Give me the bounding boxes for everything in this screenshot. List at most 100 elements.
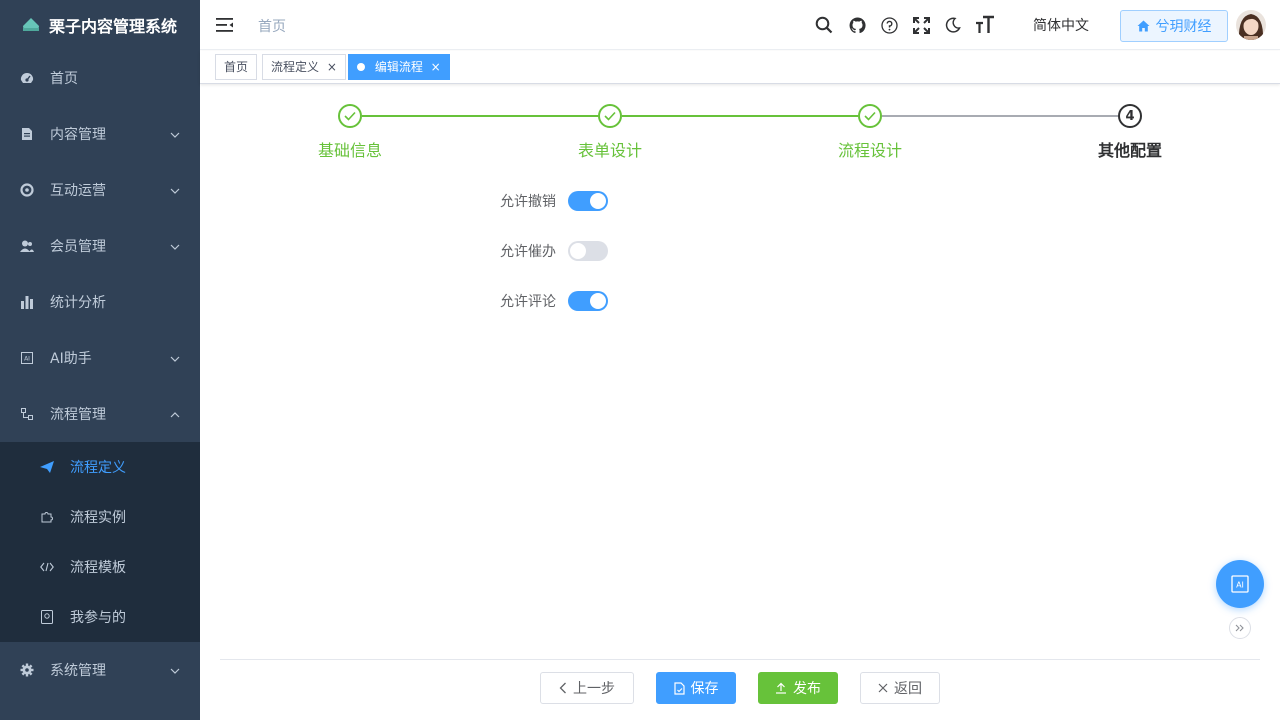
sidebar-item-home[interactable]: 首页 [0, 50, 200, 106]
users-icon [20, 239, 34, 253]
breadcrumb[interactable]: 首页 [258, 16, 286, 36]
svg-text:AI: AI [24, 356, 30, 363]
switch-knob [590, 293, 606, 309]
sidebar-item-my-participation[interactable]: 我参与的 [0, 592, 200, 642]
step-title: 其他配置 [1097, 141, 1162, 160]
sidebar-item-flow[interactable]: 流程管理 [0, 386, 200, 442]
step-connector [882, 115, 1118, 117]
svg-text:AI: AI [1236, 581, 1244, 590]
tag-label: 流程定义 [271, 60, 320, 74]
github-icon[interactable] [847, 15, 867, 35]
sidebar-item-label: 流程模板 [70, 560, 126, 576]
bar-chart-icon [20, 295, 34, 309]
sidebar-item-label: 流程管理 [50, 407, 106, 423]
switch-knob [570, 243, 586, 259]
lifebuoy-icon [20, 183, 34, 197]
sidebar-item-flow-definition[interactable]: 流程定义 [0, 442, 200, 492]
sidebar-item-label: 我参与的 [70, 610, 126, 626]
close-icon[interactable]: × [327, 55, 337, 79]
sidebar-item-label: 流程实例 [70, 510, 126, 526]
logo-icon [23, 18, 39, 31]
step-connector [622, 115, 858, 117]
form-label: 允许撤销 [500, 194, 556, 210]
sidebar-item-interaction[interactable]: 互动运营 [0, 162, 200, 218]
chevron-down-icon [170, 350, 180, 366]
chevron-down-icon [170, 238, 180, 254]
save-button[interactable]: 保存 [656, 672, 736, 704]
allow-revoke-switch[interactable] [568, 191, 608, 211]
tag-home[interactable]: 首页 [215, 54, 258, 80]
allow-urge-switch[interactable] [568, 241, 608, 261]
tag-edit-flow[interactable]: 编辑流程 × [348, 54, 450, 80]
sidebar-item-flow-instance[interactable]: 流程实例 [0, 492, 200, 542]
sidebar-item-statistics[interactable]: 统计分析 [0, 274, 200, 330]
upload-icon [776, 682, 786, 694]
navbar: 首页 简体中文 兮玥财经 [200, 0, 1280, 50]
sidebar-item-label: 会员管理 [50, 239, 106, 255]
step-4-number: 4 [1118, 104, 1142, 128]
document-icon [20, 127, 34, 141]
form-row-allow-revoke: 允许撤销 [480, 189, 608, 213]
button-label: 保存 [690, 681, 719, 697]
sidebar-item-label: 互动运营 [50, 183, 106, 199]
document-icon [673, 681, 685, 695]
step-title: 流程设计 [837, 141, 902, 160]
allow-comment-switch[interactable] [568, 291, 608, 311]
back-button[interactable]: 返回 [860, 672, 940, 704]
double-chevron-right-icon [1235, 624, 1244, 632]
form-label: 允许催办 [500, 244, 556, 260]
chevron-up-icon [170, 406, 180, 422]
active-dot [357, 63, 365, 71]
app-title: 栗子内容管理系统 [49, 17, 178, 36]
dashboard-icon [20, 71, 34, 85]
prev-step-button[interactable]: 上一步 [540, 672, 634, 704]
tenant-button[interactable]: 兮玥财经 [1120, 10, 1228, 42]
language-select[interactable]: 简体中文 [1033, 15, 1089, 35]
tags-view: 首页 流程定义 × 编辑流程 × [200, 51, 1280, 84]
tag-flow-definition[interactable]: 流程定义 × [262, 54, 346, 80]
help-icon[interactable] [879, 15, 899, 35]
send-icon [40, 460, 54, 474]
sidebar-item-label: 流程定义 [70, 460, 126, 476]
fullscreen-icon[interactable] [911, 15, 931, 35]
moon-icon[interactable] [943, 15, 963, 35]
sidebar-item-content[interactable]: 内容管理 [0, 106, 200, 162]
ai-icon: AI [1231, 575, 1249, 593]
step-title: 表单设计 [577, 141, 642, 160]
switch-knob [590, 193, 606, 209]
step-3-check-icon [858, 104, 882, 128]
app-logo[interactable]: 栗子内容管理系统 [0, 0, 200, 50]
chevron-down-icon [170, 126, 180, 142]
puzzle-icon [40, 510, 54, 524]
sidebar-item-members[interactable]: 会员管理 [0, 218, 200, 274]
flow-icon [20, 407, 34, 421]
expand-button[interactable] [1229, 617, 1251, 639]
button-label: 返回 [894, 681, 922, 697]
publish-button[interactable]: 发布 [758, 672, 838, 704]
sidebar-item-label: AI助手 [50, 351, 92, 367]
sidebar-item-system[interactable]: 系统管理 [0, 642, 200, 698]
sidebar-item-ai[interactable]: AI AI助手 [0, 330, 200, 386]
tenant-name: 兮玥财经 [1155, 19, 1212, 35]
step-title: 基础信息 [317, 141, 382, 160]
sidebar: 栗子内容管理系统 首页 内容管理 互动运营 会员管理 统计分析 AI AI助手 … [0, 0, 200, 720]
sidebar-item-label: 首页 [50, 71, 78, 87]
home-icon [1137, 20, 1149, 32]
avatar[interactable] [1236, 10, 1266, 40]
badge-icon [40, 610, 54, 624]
sidebar-item-label: 内容管理 [50, 127, 106, 143]
close-icon [878, 683, 888, 693]
step-1-check-icon [338, 104, 362, 128]
ai-assistant-button[interactable]: AI [1216, 560, 1264, 608]
sidebar-item-flow-template[interactable]: 流程模板 [0, 542, 200, 592]
search-icon[interactable] [814, 15, 834, 35]
font-size-icon[interactable] [975, 15, 995, 35]
close-icon[interactable]: × [431, 55, 441, 79]
ai-icon: AI [20, 351, 34, 365]
form-label: 允许评论 [500, 294, 556, 310]
chevron-down-icon [170, 662, 180, 678]
hamburger-icon[interactable] [216, 16, 234, 34]
tag-label: 编辑流程 [374, 60, 423, 74]
form-row-allow-urge: 允许催办 [480, 239, 608, 263]
chevron-left-icon [559, 682, 566, 694]
